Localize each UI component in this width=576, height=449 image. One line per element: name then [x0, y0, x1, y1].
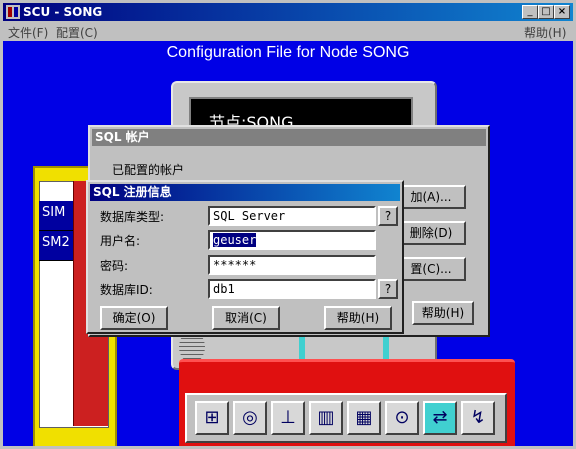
sql-account-title: SQL 帐户 [92, 129, 486, 146]
config-icon[interactable]: ↯ [461, 401, 495, 435]
db-id-label: 数据库ID: [100, 283, 153, 297]
network-icon[interactable]: ⊥ [271, 401, 305, 435]
menu-bar: 文件(F) 配置(C) 帮助(H) [3, 21, 573, 41]
db-type-lookup-button[interactable]: ? [378, 206, 398, 226]
ok-button[interactable]: 确定(O) [100, 306, 168, 330]
sql-icon[interactable]: ⇄ [423, 401, 457, 435]
register-help-button[interactable]: 帮助(H) [324, 306, 392, 330]
library-icon[interactable]: ▥ [309, 401, 343, 435]
add-account-button[interactable]: 加(A)... [396, 185, 466, 209]
configured-accounts-label: 已配置的帐户 [112, 163, 185, 177]
db-id-lookup-button[interactable]: ? [378, 279, 398, 299]
title-bar: SCU - SONG _ □ × [3, 3, 573, 21]
cancel-button[interactable]: 取消(C) [212, 306, 280, 330]
maximize-button[interactable]: □ [538, 5, 554, 19]
password-field[interactable]: ****** [208, 255, 376, 275]
username-field[interactable]: geuser [208, 230, 376, 250]
sql-register-title: SQL 注册信息 [90, 184, 400, 201]
cd-icon[interactable]: ◎ [233, 401, 267, 435]
db-type-field[interactable]: SQL Server [208, 206, 376, 226]
minimize-button[interactable]: _ [522, 5, 538, 19]
sql-register-dialog: SQL 注册信息 数据库类型: SQL Server ? 用户名: geuser… [86, 180, 404, 334]
config-heading: Configuration File for Node SONG [166, 44, 410, 61]
password-label: 密码: [100, 259, 129, 273]
delete-account-button[interactable]: 删除(D) [396, 221, 466, 245]
rack-item-sm2[interactable]: SM2 [39, 231, 73, 261]
window-title: SCU - SONG [23, 5, 103, 19]
configure-account-button[interactable]: 置(C)... [396, 257, 466, 281]
menu-file[interactable]: 文件(F) [8, 24, 48, 41]
account-help-button[interactable]: 帮助(H) [412, 301, 474, 325]
username-selected-text: geuser [213, 233, 257, 247]
menu-help[interactable]: 帮助(H) [524, 24, 566, 41]
tree-icon[interactable]: ⊞ [195, 401, 229, 435]
app-icon [6, 5, 20, 19]
db-type-label: 数据库类型: [100, 210, 165, 224]
app-window: SCU - SONG _ □ × 文件(F) 配置(C) 帮助(H) Confi… [0, 0, 576, 449]
close-button[interactable]: × [554, 5, 570, 19]
username-label: 用户名: [100, 234, 141, 248]
lock-icon[interactable]: ⊙ [385, 401, 419, 435]
db-id-field[interactable]: db1 [208, 279, 376, 299]
panel-icon[interactable]: ▦ [347, 401, 381, 435]
tool-palette: ⊞ ◎ ⊥ ▥ ▦ ⊙ ⇄ ↯ [185, 393, 507, 443]
menu-config[interactable]: 配置(C) [56, 24, 98, 41]
rack-item-sim[interactable]: SIM [39, 201, 73, 231]
